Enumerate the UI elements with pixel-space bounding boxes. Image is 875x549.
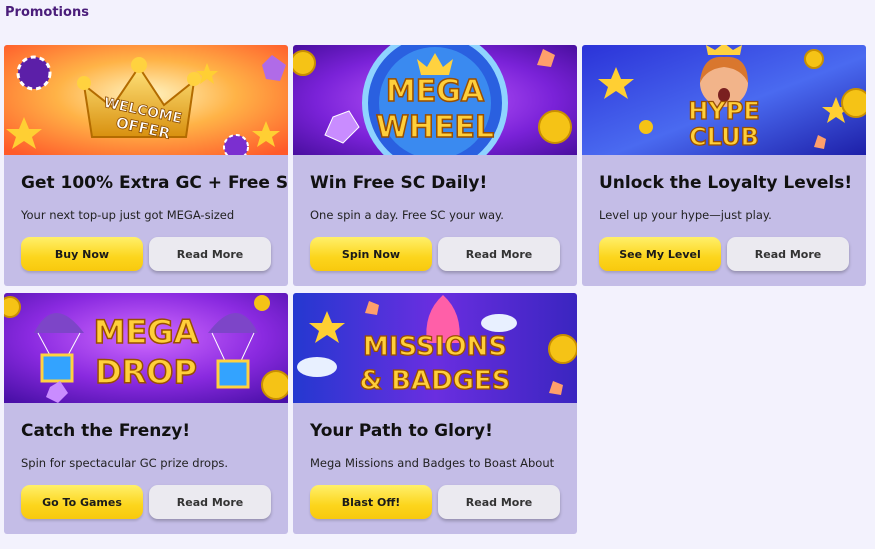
chip-icon [16,55,52,91]
banner-text-line-1: MEGA [94,313,199,351]
see-my-level-button[interactable]: See My Level [599,237,721,271]
blast-off-button[interactable]: Blast Off! [310,485,432,519]
mega-drop-banner[interactable]: MEGA DROP [4,293,288,403]
read-more-button[interactable]: Read More [727,237,849,271]
promo-card-hype-club: HYPE CLUB Unlock the Loyalty Levels! Lev… [582,45,866,286]
card-title: Unlock the Loyalty Levels! [599,173,853,193]
read-more-button[interactable]: Read More [438,485,560,519]
mega-wheel-banner[interactable]: MEGA WHEEL [293,45,577,155]
banner-text-line-1: MEGA [386,74,485,109]
page-title: Promotions [5,5,89,20]
banner-text-line-1: MISSIONS [363,332,507,362]
card-title: Your Path to Glory! [310,421,493,441]
coin-icon [548,334,577,364]
card-title: Catch the Frenzy! [21,421,191,441]
promo-card-mega-wheel: MEGA WHEEL Win Free SC Daily! One spin a… [293,45,577,286]
coin-icon [841,88,866,118]
spin-now-button[interactable]: Spin Now [310,237,432,271]
gift-icon [40,353,74,383]
card-title: Win Free SC Daily! [310,173,488,193]
coin-icon [261,370,288,400]
hype-club-banner[interactable]: HYPE CLUB [582,45,866,155]
promo-card-mega-drop: MEGA DROP Catch the Frenzy! Spin for spe… [4,293,288,534]
banner-text-line-2: DROP [95,353,197,391]
banner-text-line-2: & BADGES [359,366,510,396]
card-description: One spin a day. Free SC your way. [310,208,504,222]
banner-text-line-1: HYPE [688,97,759,125]
card-description: Your next top-up just got MEGA-sized [21,208,235,222]
promo-card-missions-badges: MISSIONS & BADGES Your Path to Glory! Me… [293,293,577,534]
coin-icon [538,110,572,144]
buy-now-button[interactable]: Buy Now [21,237,143,271]
missions-badges-banner[interactable]: MISSIONS & BADGES [293,293,577,403]
card-description: Spin for spectacular GC prize drops. [21,456,229,470]
card-description: Mega Missions and Badges to Boast About [310,456,555,470]
banner-text-line-2: WHEEL [376,110,494,145]
read-more-button[interactable]: Read More [149,237,271,271]
promo-card-welcome-offer: WELCOME OFFER Get 100% Extra GC + Free S… [4,45,288,286]
read-more-button[interactable]: Read More [438,237,560,271]
welcome-offer-banner[interactable]: WELCOME OFFER [4,45,288,155]
read-more-button[interactable]: Read More [149,485,271,519]
banner-text-line-2: CLUB [689,123,759,151]
go-to-games-button[interactable]: Go To Games [21,485,143,519]
card-description: Level up your hype—just play. [599,208,772,222]
card-title: Get 100% Extra GC + Free SC! [21,173,288,193]
